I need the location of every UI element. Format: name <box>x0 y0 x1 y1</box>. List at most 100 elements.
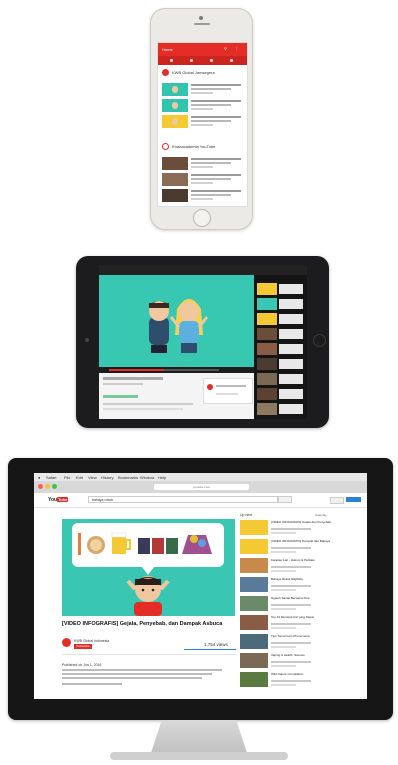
list-item[interactable] <box>162 83 245 97</box>
list-item[interactable]: [VIDEO INFOGRAFIS] Dampak dan Bahaya <box>240 539 362 555</box>
channel-name[interactable]: KWB Global Indonesia <box>74 639 109 643</box>
description-line <box>62 677 202 679</box>
minimize-window-button[interactable] <box>45 484 50 489</box>
video-thumbnail <box>162 115 188 128</box>
video-thumbnail <box>162 157 188 170</box>
published-date: Published on Jun 1, 2016 <box>62 663 102 667</box>
channel-card[interactable] <box>203 378 253 404</box>
video-thumbnail[interactable] <box>257 403 277 415</box>
video-title: [VIDEO INFOGRAFIS] Gejala, Penyebab, dan… <box>62 621 223 627</box>
phone-app-title: Home <box>162 47 173 52</box>
sign-in-button[interactable] <box>346 497 361 502</box>
cartoon-characters-illustration <box>149 299 209 353</box>
progress-fill <box>109 369 164 371</box>
description-line <box>62 669 222 671</box>
more-icon[interactable]: ⋮ <box>234 46 239 51</box>
menu-item[interactable]: Safari <box>46 475 56 480</box>
address-bar[interactable]: youtube.com <box>154 484 249 490</box>
video-player[interactable] <box>62 519 235 616</box>
tablet-camera <box>85 338 89 342</box>
phone-channel-section[interactable]: Khanacademia YouTube <box>162 143 245 153</box>
tablet-device <box>76 256 329 428</box>
video-thumbnail <box>162 189 188 202</box>
description-line <box>62 673 212 675</box>
channel-section-label: Khanacademia YouTube <box>172 144 216 149</box>
apple-menu-icon[interactable]: ● <box>38 475 40 480</box>
video-thumbnail <box>240 558 268 573</box>
tab-home-icon[interactable] <box>170 59 173 62</box>
front-camera <box>199 16 203 20</box>
list-item[interactable]: Wild Nature Compilation <box>240 672 362 688</box>
youtube-header: YouTube bahaya rokok <box>34 493 367 508</box>
video-player[interactable] <box>99 275 254 367</box>
list-item[interactable]: Top 10 Merokok Hal yang Dapat <box>240 615 362 631</box>
channel-logo <box>162 143 169 150</box>
menu-item[interactable]: History <box>101 475 113 480</box>
subscribe-button[interactable]: Subscribe <box>74 644 92 649</box>
list-item[interactable]: Karakter Lari - Hukum & Perilaku <box>240 558 362 574</box>
video-thumbnail <box>240 672 268 687</box>
list-item[interactable]: Ngeteh Santai Bersama Fitur <box>240 596 362 612</box>
video-thumbnail <box>240 539 268 554</box>
related-videos-list <box>254 275 307 419</box>
monitor-stand <box>150 720 248 756</box>
menu-item[interactable]: Edit <box>76 475 83 480</box>
search-icon[interactable]: ⚲ <box>223 46 228 51</box>
autoplay-toggle[interactable]: Autoplay <box>315 513 327 517</box>
youtube-logo[interactable]: YouTube <box>48 497 69 503</box>
list-item[interactable] <box>162 99 245 113</box>
view-count: 1,754 views <box>204 642 228 647</box>
video-thumbnail <box>162 83 188 96</box>
list-item[interactable] <box>162 189 245 203</box>
menu-item[interactable]: View <box>88 475 97 480</box>
tablet-home-button[interactable] <box>313 334 326 347</box>
upload-button[interactable] <box>330 497 344 504</box>
monitor-screen: ● Safari File Edit View History Bookmark… <box>34 473 367 699</box>
list-item[interactable]: Tips Tomorrow's Phenomena <box>240 634 362 650</box>
list-item[interactable]: Bahaya Rokok Eligibility <box>240 577 362 593</box>
video-thumbnail[interactable] <box>257 283 277 295</box>
tab-subscriptions-icon[interactable] <box>210 59 213 62</box>
menu-item[interactable]: Window <box>140 475 154 480</box>
video-thumbnail[interactable] <box>257 343 277 355</box>
menu-item[interactable]: Help <box>158 475 166 480</box>
phone-channel-section[interactable]: KWB Global Jamsegera <box>162 69 245 79</box>
tab-trending-icon[interactable] <box>190 59 193 62</box>
video-thumbnail[interactable] <box>257 313 277 325</box>
video-thumbnail[interactable] <box>257 328 277 340</box>
list-item[interactable] <box>162 173 245 187</box>
desktop-monitor: ● Safari File Edit View History Bookmark… <box>8 458 393 720</box>
list-item[interactable] <box>162 115 245 129</box>
home-button[interactable] <box>193 209 211 227</box>
smartphone-device: Home ⚲ ⋮ KWB Global Jamsegera Khanacadem… <box>150 8 253 230</box>
up-next-label: Up next <box>240 513 253 517</box>
video-thumbnail <box>162 99 188 112</box>
tablet-screen <box>99 265 307 419</box>
search-input[interactable]: bahaya rokok <box>88 496 278 503</box>
channel-section-label: KWB Global Jamsegera <box>172 70 215 75</box>
related-videos-sidebar: Up next Autoplay [VIDEO INFOGRAFIS] Geja… <box>240 513 362 699</box>
menu-item[interactable]: Bookmarks <box>118 475 138 480</box>
phone-app-bar: Home ⚲ ⋮ <box>158 43 247 56</box>
channel-avatar[interactable] <box>62 638 71 647</box>
tab-account-icon[interactable] <box>230 59 233 62</box>
video-thumbnail[interactable] <box>257 373 277 385</box>
earpiece-speaker <box>194 23 210 25</box>
search-button[interactable] <box>278 496 292 503</box>
video-thumbnail <box>240 596 268 611</box>
maximize-window-button[interactable] <box>52 484 57 489</box>
list-item[interactable]: [VIDEO INFOGRAFIS] Gejala dan Penyebab <box>240 520 362 536</box>
close-window-button[interactable] <box>38 484 43 489</box>
infographic-illustration <box>72 523 224 616</box>
video-thumbnail[interactable] <box>257 358 277 370</box>
like-ratio-bar <box>184 649 236 650</box>
mac-menu-bar: ● Safari File Edit View History Bookmark… <box>34 473 367 481</box>
video-thumbnail[interactable] <box>257 298 277 310</box>
divider <box>62 654 236 655</box>
menu-item[interactable]: File <box>64 475 70 480</box>
video-thumbnail[interactable] <box>257 388 277 400</box>
list-item[interactable]: Vaping & Health, Science <box>240 653 362 669</box>
list-item[interactable] <box>162 157 245 171</box>
video-thumbnail <box>240 577 268 592</box>
phone-tab-bar <box>158 56 247 65</box>
